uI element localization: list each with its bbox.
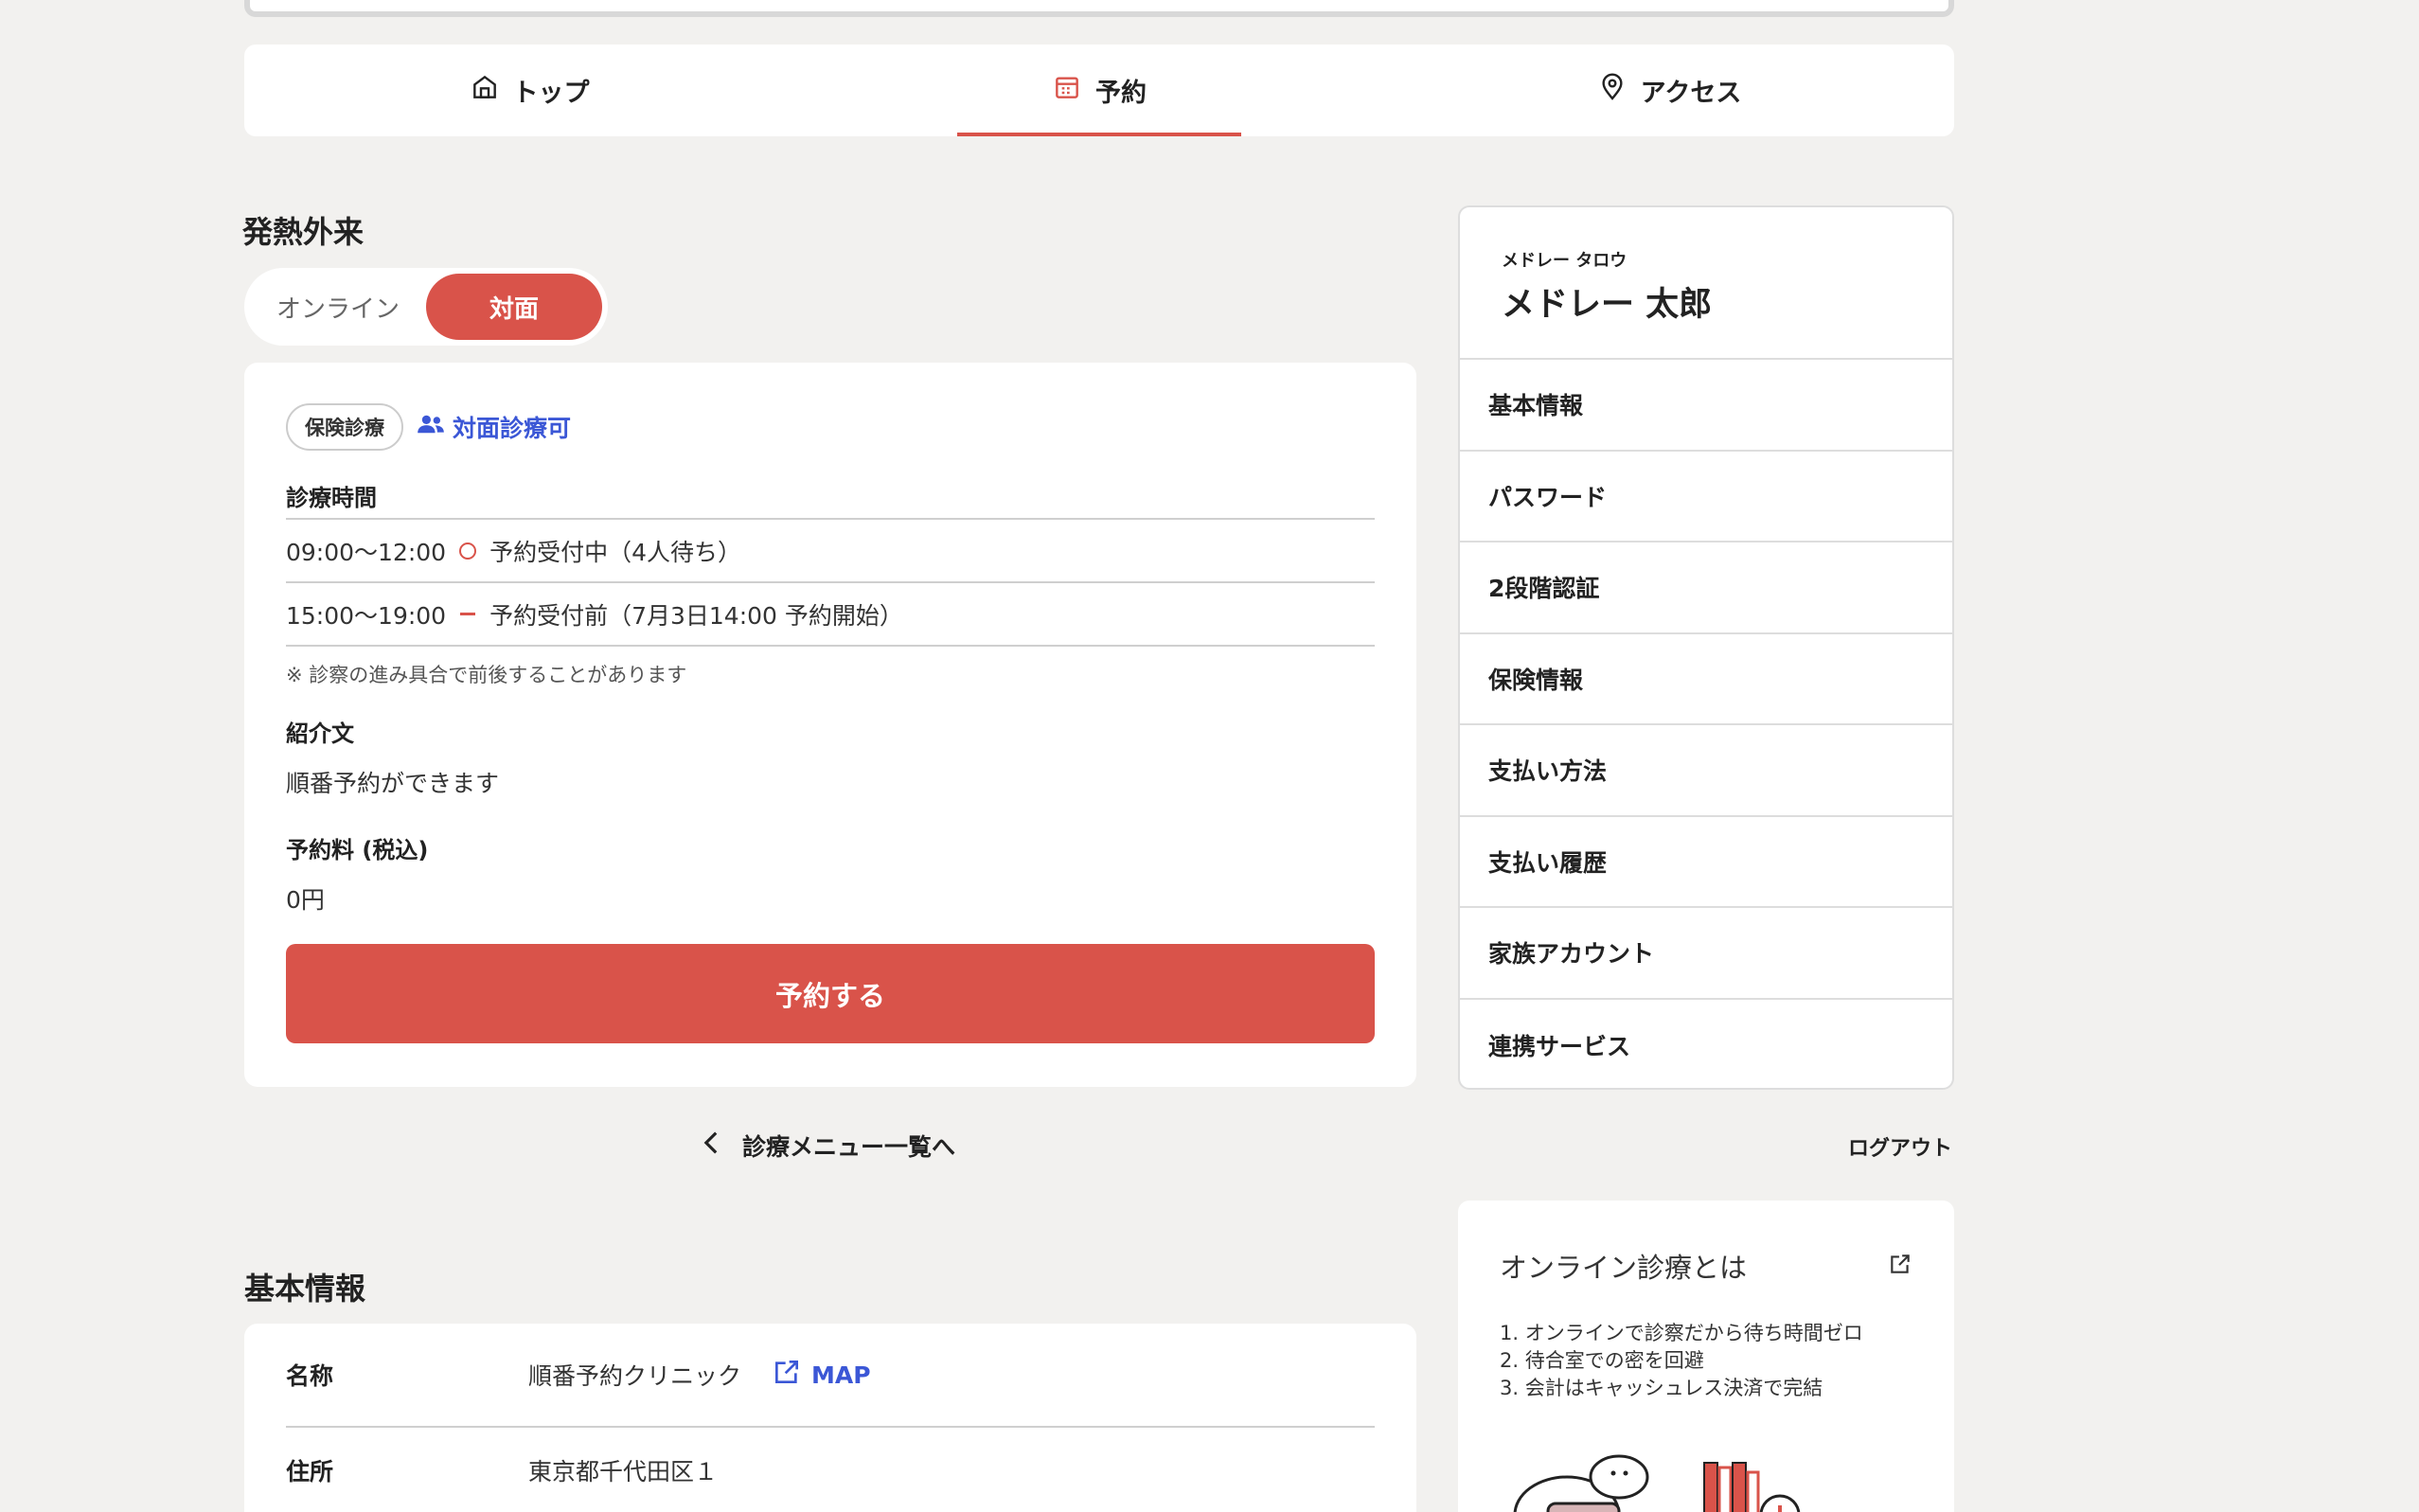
basic-info-card: 名称 順番予約クリニック MAP 住所 東京都千代田区１ xyxy=(244,1324,1416,1512)
tab-reservation[interactable]: 予約 xyxy=(814,44,1384,136)
toggle-online[interactable]: オンライン xyxy=(250,274,426,340)
info-row-address: 住所 東京都千代田区１ xyxy=(286,1428,1375,1512)
menu-item-linked-services[interactable]: 連携サービス xyxy=(1460,1000,1952,1089)
search-box[interactable] xyxy=(244,0,1954,17)
map-pin-icon xyxy=(1597,72,1627,109)
external-link-icon xyxy=(772,1357,802,1393)
basic-info-title: 基本情報 xyxy=(244,1271,366,1307)
tab-top[interactable]: トップ xyxy=(244,44,814,136)
fee-value: 0円 xyxy=(286,886,325,914)
tab-bar: トップ 予約 アクセス xyxy=(244,44,1954,136)
tab-access-label: アクセス xyxy=(1640,79,1742,108)
hours-status: 予約受付前（7月3日14:00 予約開始） xyxy=(489,601,903,630)
not-yet-dash-icon xyxy=(455,613,480,615)
map-link[interactable]: MAP xyxy=(772,1357,871,1393)
consultation-mode-toggle: オンライン 対面 xyxy=(244,268,608,346)
menu-item-basic-info[interactable]: 基本情報 xyxy=(1460,360,1952,452)
intro-text: 順番予約ができます xyxy=(286,770,500,797)
hours-time: 09:00〜12:00 xyxy=(286,538,447,566)
menu-item-payment-method[interactable]: 支払い方法 xyxy=(1460,725,1952,817)
menu-item-payment-history[interactable]: 支払い履歴 xyxy=(1460,817,1952,908)
in-person-label: 対面診療可 xyxy=(453,415,572,442)
user-menu-panel: メドレー タロウ メドレー 太郎 基本情報 パスワード 2段階認証 保険情報 支… xyxy=(1458,205,1954,1090)
intro-label: 紹介文 xyxy=(286,720,354,747)
user-header: メドレー タロウ メドレー 太郎 xyxy=(1460,207,1952,360)
about-header: オンライン診療とは xyxy=(1500,1246,1912,1286)
menu-item-family-account[interactable]: 家族アカウント xyxy=(1460,908,1952,1000)
calendar-icon xyxy=(1052,72,1082,109)
menu-item-insurance[interactable]: 保険情報 xyxy=(1460,634,1952,725)
tab-access[interactable]: アクセス xyxy=(1384,44,1954,136)
about-point: 2. 待合室での密を回避 xyxy=(1500,1349,1704,1372)
doctor-illustration xyxy=(1513,1454,1801,1512)
about-title: オンライン診療とは xyxy=(1500,1252,1748,1284)
hours-row: 09:00〜12:00 予約受付中（4人待ち） xyxy=(286,520,1375,583)
about-points: 1. オンラインで診察だから待ち時間ゼロ 2. 待合室での密を回避 3. 会計は… xyxy=(1500,1320,1912,1402)
insurance-badge: 保険診療 xyxy=(286,403,403,451)
tab-top-label: トップ xyxy=(512,79,590,108)
hours-label: 診療時間 xyxy=(286,472,1375,520)
fee-label: 予約料 (税込) xyxy=(286,837,429,863)
people-icon xyxy=(417,412,445,442)
map-link-label: MAP xyxy=(811,1361,871,1389)
menu-detail-card: 保険診療 対面診療可 診療時間 09:00〜12:00 予約受付中（4人待ち） … xyxy=(244,363,1416,1087)
hours-row: 15:00〜19:00 予約受付前（7月3日14:00 予約開始） xyxy=(286,583,1375,647)
hours-note: ※ 診察の進み具合で前後することがあります xyxy=(286,664,687,686)
menu-item-password[interactable]: パスワード xyxy=(1460,452,1952,543)
about-point: 1. オンラインで診察だから待ち時間ゼロ xyxy=(1500,1322,1863,1344)
badges: 保険診療 対面診療可 xyxy=(286,402,1375,452)
info-key: 住所 xyxy=(286,1458,334,1485)
logout-link[interactable]: ログアウト xyxy=(1848,1131,1952,1162)
back-to-menu-list-link[interactable]: 診療メニュー一覧へ xyxy=(701,1129,955,1163)
clinic-address: 東京都千代田区１ xyxy=(528,1458,719,1485)
hours-status: 予約受付中（4人待ち） xyxy=(489,538,742,566)
home-icon xyxy=(470,72,500,109)
user-name: メドレー 太郎 xyxy=(1502,286,1713,324)
hours-time: 15:00〜19:00 xyxy=(286,601,447,630)
in-person-link[interactable]: 対面診療可 xyxy=(417,410,571,444)
toggle-in-person[interactable]: 対面 xyxy=(426,274,602,340)
section-title: 発熱外来 xyxy=(242,214,365,250)
back-link-label: 診療メニュー一覧へ xyxy=(742,1133,956,1161)
accepting-circle-icon xyxy=(455,542,480,560)
user-name-kana: メドレー タロウ xyxy=(1502,251,1627,271)
about-point: 3. 会計はキャッシュレス決済で完結 xyxy=(1500,1377,1823,1399)
page: トップ 予約 アクセス 発熱外来 オンライン 対面 保険診療 対面診療可 診療時… xyxy=(0,0,2419,1512)
about-online-card[interactable]: オンライン診療とは 1. オンラインで診察だから待ち時間ゼロ 2. 待合室での密… xyxy=(1458,1201,1954,1512)
chevron-left-icon xyxy=(701,1130,721,1161)
clinic-name: 順番予約クリニック xyxy=(528,1362,742,1390)
reserve-button[interactable]: 予約する xyxy=(286,944,1375,1043)
info-row-name: 名称 順番予約クリニック MAP xyxy=(286,1324,1375,1428)
tab-reservation-label: 予約 xyxy=(1095,79,1147,108)
menu-item-two-factor[interactable]: 2段階認証 xyxy=(1460,543,1952,634)
info-key: 名称 xyxy=(286,1362,334,1390)
external-link-icon xyxy=(1888,1252,1912,1280)
